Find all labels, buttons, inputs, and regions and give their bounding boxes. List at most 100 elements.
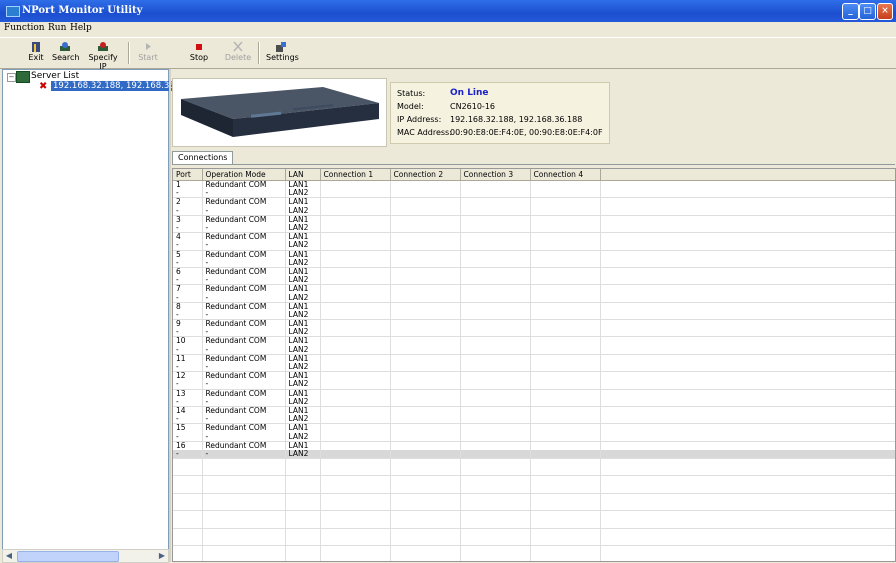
col-header-connection-3[interactable]: Connection 3 bbox=[460, 169, 531, 181]
table-cell: LAN1 bbox=[285, 354, 321, 363]
delete-button[interactable]: Delete bbox=[224, 40, 252, 62]
table-row[interactable]: 11 Redundant COM LAN1 bbox=[173, 354, 895, 363]
table-row[interactable]: 15 Redundant COM LAN1 bbox=[173, 423, 895, 433]
empty-table-row[interactable] bbox=[173, 545, 895, 555]
table-row[interactable]: - - LAN2 bbox=[173, 432, 895, 442]
table-cell bbox=[530, 432, 601, 442]
table-cell bbox=[530, 250, 601, 259]
table-row[interactable]: - - LAN2 bbox=[173, 189, 895, 199]
table-row[interactable]: 8 Redundant COM LAN1 bbox=[173, 302, 895, 311]
settings-button[interactable]: Settings bbox=[266, 40, 299, 62]
delete-label: Delete bbox=[224, 53, 252, 62]
table-row[interactable]: - - LAN2 bbox=[173, 362, 895, 373]
table-row[interactable]: - - LAN2 bbox=[173, 345, 895, 355]
table-cell: - bbox=[173, 276, 203, 286]
table-row[interactable]: - - LAN2 bbox=[173, 223, 895, 234]
table-cell bbox=[320, 501, 391, 512]
table-row[interactable]: 3 Redundant COM LAN1 bbox=[173, 215, 895, 224]
table-row[interactable]: 10 Redundant COM LAN1 bbox=[173, 336, 895, 346]
empty-table-row[interactable] bbox=[173, 536, 895, 546]
table-cell bbox=[320, 371, 391, 381]
empty-table-row[interactable] bbox=[173, 493, 895, 502]
empty-table-row[interactable] bbox=[173, 458, 895, 468]
table-cell bbox=[600, 449, 895, 459]
table-cell bbox=[460, 432, 531, 442]
table-row[interactable]: 7 Redundant COM LAN1 bbox=[173, 284, 895, 294]
table-cell bbox=[390, 475, 461, 485]
table-row[interactable]: - - LAN2 bbox=[173, 397, 895, 407]
table-cell bbox=[320, 354, 391, 363]
table-cell bbox=[390, 293, 461, 303]
table-row[interactable]: - - LAN2 bbox=[173, 310, 895, 320]
table-cell bbox=[530, 415, 601, 425]
table-row[interactable]: 13 Redundant COM LAN1 bbox=[173, 389, 895, 398]
table-row[interactable]: - - LAN2 bbox=[173, 415, 895, 425]
table-row[interactable]: 14 Redundant COM LAN1 bbox=[173, 406, 895, 416]
close-button[interactable]: × bbox=[877, 3, 893, 20]
table-row[interactable]: 2 Redundant COM LAN1 bbox=[173, 197, 895, 207]
maximize-button[interactable]: □ bbox=[859, 3, 876, 20]
col-header-connection-1[interactable]: Connection 1 bbox=[320, 169, 391, 181]
table-row[interactable]: - - LAN2 bbox=[173, 276, 895, 286]
table-cell bbox=[460, 232, 531, 242]
empty-table-row[interactable] bbox=[173, 528, 895, 537]
empty-table-row[interactable] bbox=[173, 554, 895, 561]
table-row[interactable]: 6 Redundant COM LAN1 bbox=[173, 267, 895, 277]
table-row[interactable]: - - LAN2 bbox=[173, 241, 895, 251]
empty-table-row[interactable] bbox=[173, 501, 895, 512]
table-cell bbox=[390, 406, 461, 416]
table-cell bbox=[173, 510, 203, 520]
table-cell bbox=[530, 336, 601, 346]
table-cell bbox=[600, 215, 895, 224]
table-row[interactable]: 5 Redundant COM LAN1 bbox=[173, 250, 895, 259]
col-header-port[interactable]: Port bbox=[173, 169, 203, 181]
exit-button[interactable]: Exit bbox=[26, 40, 46, 62]
table-row[interactable]: 12 Redundant COM LAN1 bbox=[173, 371, 895, 381]
col-header-connection-2[interactable]: Connection 2 bbox=[390, 169, 461, 181]
table-cell bbox=[600, 198, 895, 207]
menu-run[interactable]: Run bbox=[48, 23, 66, 33]
empty-table-row[interactable] bbox=[173, 510, 895, 520]
table-row[interactable]: - - LAN2 bbox=[173, 293, 895, 303]
empty-table-row[interactable] bbox=[173, 467, 895, 477]
scroll-right-icon[interactable]: ▶ bbox=[156, 550, 168, 562]
table-cell bbox=[320, 484, 391, 494]
tab-connections[interactable]: Connections bbox=[172, 151, 234, 164]
stop-button[interactable]: Stop bbox=[188, 40, 210, 62]
table-row[interactable]: 4 Redundant COM LAN1 bbox=[173, 232, 895, 242]
table-row[interactable]: 1 Redundant COM LAN1 bbox=[173, 180, 895, 190]
panel-splitter[interactable] bbox=[169, 69, 171, 562]
table-cell bbox=[202, 493, 286, 502]
col-header-connection-4[interactable]: Connection 4 bbox=[530, 169, 601, 181]
table-row[interactable]: - - LAN2 bbox=[173, 449, 895, 459]
server-list-label[interactable]: Server List bbox=[31, 71, 79, 81]
empty-table-row[interactable] bbox=[173, 519, 895, 529]
menu-help[interactable]: Help bbox=[70, 23, 92, 33]
scroll-thumb[interactable] bbox=[17, 551, 119, 562]
collapse-toggle[interactable]: − bbox=[7, 73, 16, 82]
empty-table-row[interactable] bbox=[173, 484, 895, 494]
specify-ip-button[interactable]: Specify IP bbox=[85, 40, 121, 71]
tree-horizontal-scrollbar[interactable]: ◀ ▶ bbox=[2, 549, 169, 563]
table-row[interactable]: - - LAN2 bbox=[173, 258, 895, 268]
settings-icon bbox=[276, 42, 286, 52]
table-cell bbox=[530, 180, 601, 190]
table-cell bbox=[530, 397, 601, 407]
table-cell bbox=[390, 536, 461, 546]
col-header-lan[interactable]: LAN bbox=[285, 169, 321, 181]
empty-table-row[interactable] bbox=[173, 475, 895, 485]
table-row[interactable]: 16 Redundant COM LAN1 bbox=[173, 441, 895, 450]
start-button[interactable]: Start bbox=[138, 40, 158, 62]
table-cell bbox=[460, 189, 531, 199]
search-button[interactable]: Search bbox=[52, 40, 79, 62]
table-row[interactable]: - - LAN2 bbox=[173, 380, 895, 390]
minimize-button[interactable]: _ bbox=[842, 3, 859, 20]
menu-function[interactable]: Function bbox=[4, 23, 45, 33]
table-row[interactable]: - - LAN2 bbox=[173, 328, 895, 338]
table-row[interactable]: - - LAN2 bbox=[173, 206, 895, 216]
scroll-left-icon[interactable]: ◀ bbox=[3, 550, 15, 562]
col-header-operation-mode[interactable]: Operation Mode bbox=[202, 169, 286, 181]
table-cell bbox=[530, 310, 601, 320]
table-row[interactable]: 9 Redundant COM LAN1 bbox=[173, 319, 895, 329]
table-cell bbox=[320, 197, 391, 207]
